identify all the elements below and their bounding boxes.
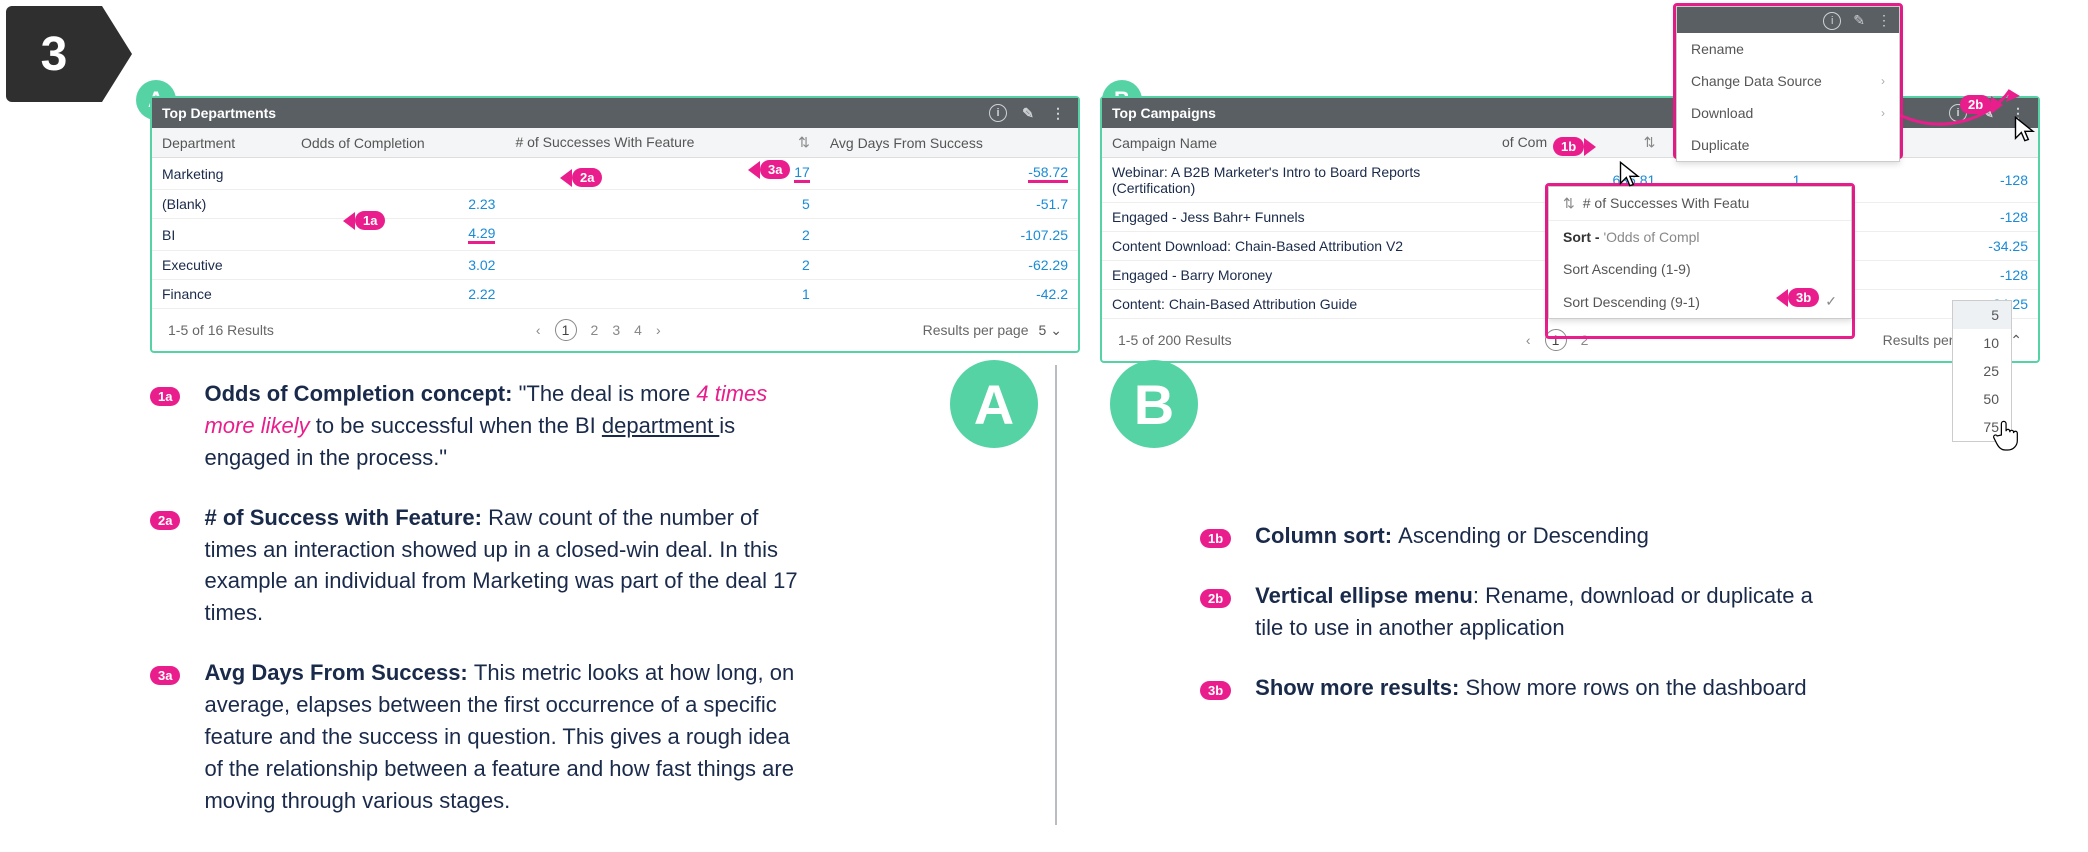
pin-2b-menu: 2b: [1960, 95, 1991, 114]
sort-icon: ⇅: [1563, 195, 1575, 211]
pin-2b-body: 2b: [1200, 589, 1231, 608]
explain-3a: Avg Days From Success: This metric looks…: [204, 657, 810, 816]
pager: ‹ 1 2 3 4 ›: [536, 319, 661, 341]
explain-col-a: 1a Odds of Completion concept: "The deal…: [150, 378, 810, 845]
explain-1b: Column sort: Ascending or Descending: [1255, 520, 1649, 552]
pin-2a-body: 2a: [150, 511, 180, 530]
page-3[interactable]: 3: [612, 322, 620, 338]
table-row: Executive3.022-62.29: [152, 251, 1078, 280]
info-icon[interactable]: i: [988, 103, 1008, 123]
sort-header-row: ⇅# of Successes With Featu: [1549, 187, 1851, 221]
tile-top-departments: Top Departments i ✎ ⋮ Department Odds of…: [150, 96, 1080, 353]
step-number: 3: [41, 27, 68, 82]
badge-b-large: B: [1110, 360, 1198, 448]
col-avgdays[interactable]: Avg Days From Success: [820, 128, 1078, 158]
cursor-hand-icon: [1992, 418, 2022, 452]
menu-download[interactable]: Download›: [1677, 97, 1899, 129]
info-icon[interactable]: i: [1823, 11, 1841, 30]
page-4[interactable]: 4: [634, 322, 642, 338]
menu-rename[interactable]: Rename: [1677, 33, 1899, 65]
chevron-right-icon: ›: [1881, 74, 1885, 88]
page-prev[interactable]: ‹: [1526, 332, 1531, 348]
page-next[interactable]: ›: [656, 322, 661, 338]
sort-title: Sort - 'Odds of Compl: [1549, 221, 1851, 253]
tile-footer: 1-5 of 16 Results ‹ 1 2 3 4 › Results pe…: [152, 309, 1078, 351]
explain-1a: Odds of Completion concept: "The deal is…: [204, 378, 810, 474]
result-range: 1-5 of 200 Results: [1118, 332, 1232, 348]
table-row: Marketing17-58.72: [152, 158, 1078, 190]
col-campaign[interactable]: Campaign Name: [1102, 128, 1492, 158]
divider-line: [1055, 365, 1057, 825]
pin-1a-body: 1a: [150, 387, 180, 406]
pin-3a: 3a: [760, 160, 790, 179]
explain-2a: # of Success with Feature: Raw count of …: [204, 502, 810, 630]
kebab-icon[interactable]: ⋮: [1048, 103, 1068, 123]
page-prev[interactable]: ‹: [536, 322, 541, 338]
pin-3b-body: 3b: [1200, 681, 1231, 700]
sort-ascending[interactable]: Sort Ascending (1-9): [1549, 253, 1851, 285]
menu-duplicate[interactable]: Duplicate: [1677, 129, 1899, 161]
edit-icon[interactable]: ✎: [1853, 12, 1865, 29]
ellipse-context-menu: i ✎ ⋮ Rename Change Data Source› Downloa…: [1676, 6, 1900, 162]
explain-3b: Show more results: Show more rows on the…: [1255, 672, 1806, 704]
kebab-icon[interactable]: ⋮: [1877, 12, 1891, 29]
step-indicator: 3: [6, 6, 102, 102]
rp-value[interactable]: 5 ⌄: [1038, 322, 1062, 339]
explain-col-b: 1b Column sort: Ascending or Descending …: [1200, 520, 1840, 732]
page-1[interactable]: 1: [555, 319, 577, 341]
col-odds[interactable]: Odds of Completion: [291, 128, 505, 158]
col-department[interactable]: Department: [152, 128, 291, 158]
table-row: BI4.292-107.25: [152, 219, 1078, 251]
tile-header: Top Departments i ✎ ⋮: [152, 98, 1078, 128]
col-successes[interactable]: # of Successes With Feature⇅: [505, 128, 819, 158]
badge-a-large: A: [950, 360, 1038, 448]
page-2[interactable]: 2: [591, 322, 599, 338]
rp-opt-50[interactable]: 50: [1953, 385, 2011, 413]
cursor-arrow-icon: [1617, 160, 1645, 188]
pin-1b: 1b: [1553, 137, 1584, 156]
rp-opt-10[interactable]: 10: [1953, 329, 2011, 357]
menu-change-ds[interactable]: Change Data Source›: [1677, 65, 1899, 97]
chevron-down-icon: ⌄: [1050, 322, 1062, 339]
pin-1a: 1a: [355, 211, 385, 230]
cursor-arrow-icon: [2012, 115, 2040, 143]
tile-title: Top Campaigns: [1112, 105, 1216, 121]
departments-table: Department Odds of Completion # of Succe…: [152, 128, 1078, 309]
rp-opt-25[interactable]: 25: [1953, 357, 2011, 385]
edit-icon[interactable]: ✎: [1018, 103, 1038, 123]
explain-2b: Vertical ellipse menu: Rename, download …: [1255, 580, 1840, 644]
tile-title: Top Departments: [162, 105, 276, 121]
sort-icon[interactable]: ⇅: [798, 134, 810, 151]
result-range: 1-5 of 16 Results: [168, 322, 274, 338]
pin-2a: 2a: [572, 168, 602, 187]
chevron-right-icon: ›: [1881, 106, 1885, 120]
rp-label: Results per page: [923, 322, 1029, 338]
chevron-up-icon: ⌃: [2010, 332, 2022, 349]
table-row: (Blank)2.235-51.7: [152, 190, 1078, 219]
rp-opt-5[interactable]: 5: [1953, 301, 2011, 329]
table-row: Finance2.221-42.2: [152, 280, 1078, 309]
pin-3a-body: 3a: [150, 666, 180, 685]
pin-3b-dropdown: 3b: [1788, 288, 1819, 307]
sort-icon[interactable]: ⇅: [1644, 134, 1656, 151]
pin-1b-body: 1b: [1200, 529, 1231, 548]
